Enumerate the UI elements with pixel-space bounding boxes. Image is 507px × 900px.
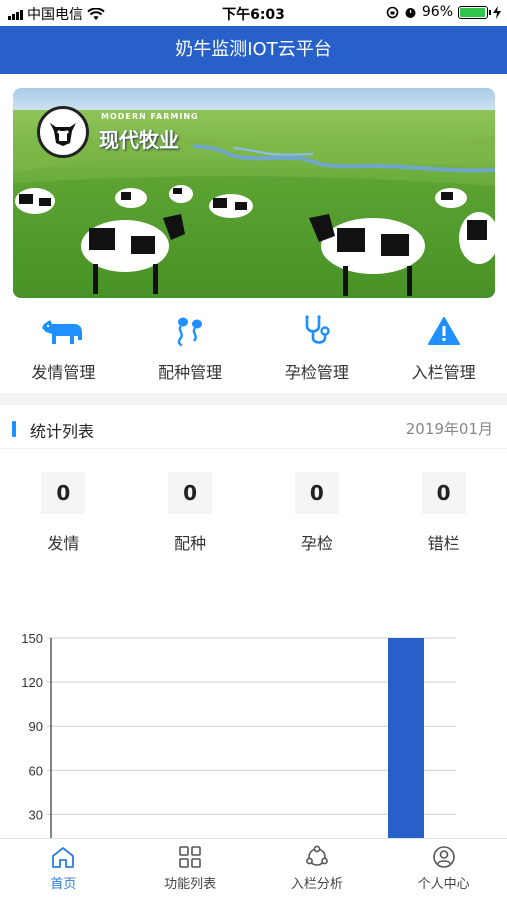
section-divider <box>0 393 507 405</box>
stat-label: 错栏 <box>427 534 460 553</box>
share-icon <box>305 845 328 866</box>
shortcut-penning[interactable]: 入栏管理 <box>380 305 507 387</box>
stat-breeding[interactable]: 0 配种 <box>127 472 254 562</box>
status-right: 96% <box>386 4 501 20</box>
shortcut-label: 入栏管理 <box>411 363 476 382</box>
user-icon <box>432 846 455 868</box>
page-title: 奶牛监测IOT云平台 <box>175 39 332 60</box>
battery-percent: 96% <box>421 4 453 20</box>
stats-title: 统计列表 <box>30 422 95 441</box>
stats-header-line <box>0 448 507 449</box>
stat-value: 0 <box>421 472 466 514</box>
logo-chinese: 现代牧业 <box>99 128 179 152</box>
shortcut-grid: 发情管理 配种管理 孕检管理 入栏管理 <box>0 305 507 387</box>
shortcut-label: 配种管理 <box>158 363 223 382</box>
section-accent-bar <box>12 421 16 437</box>
stat-label: 发情 <box>47 534 80 553</box>
stethoscope-icon <box>301 313 333 349</box>
stat-label: 孕检 <box>300 534 333 553</box>
stats-date-picker[interactable]: 2019年01月 <box>406 418 493 439</box>
tab-label: 首页 <box>50 877 77 892</box>
tab-profile[interactable]: 个人中心 <box>380 839 507 900</box>
tab-functions[interactable]: 功能列表 <box>127 839 254 900</box>
cow-icon <box>40 313 86 349</box>
tab-bar: 首页 功能列表 入栏分析 个人中心 <box>0 838 507 900</box>
shortcut-pregnancy[interactable]: 孕检管理 <box>254 305 381 387</box>
y-tick-label: 90 <box>29 719 43 734</box>
tab-home[interactable]: 首页 <box>0 839 127 900</box>
alarm-icon <box>405 7 416 18</box>
y-tick-label: 30 <box>29 807 43 822</box>
stat-value: 0 <box>168 472 213 514</box>
logo-english: MODERN FARMING <box>101 112 199 121</box>
y-tick-label: 150 <box>21 631 43 646</box>
rotation-lock-icon <box>386 6 399 18</box>
stat-value: 0 <box>294 472 339 514</box>
shortcut-breeding[interactable]: 配种管理 <box>127 305 254 387</box>
tab-label: 入栏分析 <box>290 877 343 892</box>
tab-penning-analysis[interactable]: 入栏分析 <box>254 839 381 900</box>
battery-icon <box>458 5 491 19</box>
battery-fill <box>460 7 485 17</box>
nav-bar: 奶牛监测IOT云平台 <box>0 26 507 74</box>
stats-bar-chart: 150 120 90 60 30 <box>21 631 456 842</box>
home-icon <box>52 847 75 868</box>
shortcut-estrus[interactable]: 发情管理 <box>0 305 127 387</box>
cow-head-logo-icon <box>50 123 76 146</box>
status-bar: 中国电信 下午6:03 96% <box>0 0 507 26</box>
stats-list: 0 发情 0 配种 0 孕检 0 错栏 <box>0 472 507 562</box>
stat-wrong-pen[interactable]: 0 错栏 <box>380 472 507 562</box>
charging-icon <box>493 5 501 19</box>
grid-icon <box>179 846 201 868</box>
stat-estrus[interactable]: 0 发情 <box>0 472 127 562</box>
tab-label: 功能列表 <box>164 877 217 892</box>
banner-image[interactable]: MODERN FARMING 现代牧业 <box>13 88 495 298</box>
warning-icon <box>427 313 460 349</box>
brand-logo <box>37 106 89 158</box>
tab-label: 个人中心 <box>417 877 470 892</box>
stats-header: 统计列表 2019年01月 <box>0 410 507 448</box>
stat-pregnancy[interactable]: 0 孕检 <box>254 472 381 562</box>
sperm-icon <box>173 313 207 349</box>
chart-bar <box>388 638 424 842</box>
y-tick-label: 120 <box>21 675 43 690</box>
shortcut-label: 发情管理 <box>31 363 96 382</box>
stat-value: 0 <box>41 472 86 514</box>
shortcut-label: 孕检管理 <box>284 363 349 382</box>
app-page: 中国电信 下午6:03 96% 奶牛监测IOT云平台 MODERN FARMIN… <box>0 0 507 900</box>
stat-label: 配种 <box>174 534 207 553</box>
y-tick-label: 60 <box>29 763 43 778</box>
